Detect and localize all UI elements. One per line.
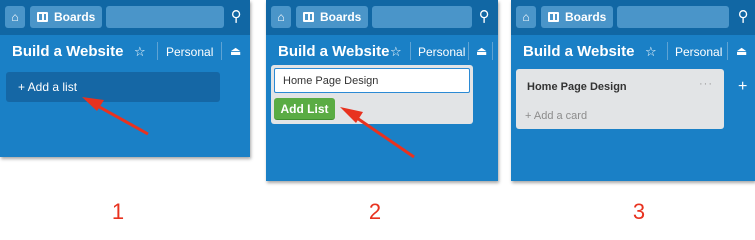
screenshot-panel-2: ⌂ Boards ⚲ Build a Website ☆ Personal ⏏ … [266,0,498,181]
add-list-submit-button[interactable]: Add List [274,98,335,120]
home-icon: ⌂ [277,10,285,24]
list-menu-icon[interactable]: ··· [699,78,713,90]
screenshot-panel-3: ⌂ Boards ⚲ Build a Website ☆ Personal ⏏ … [511,0,755,181]
board-title[interactable]: Build a Website [12,43,123,60]
board-title[interactable]: Build a Website [278,43,389,60]
divider [468,42,469,60]
lock-icon[interactable]: ⏏ [476,44,487,58]
boards-label: Boards [54,10,96,24]
divider [492,42,493,60]
visibility-label[interactable]: Personal [418,45,465,59]
boards-button[interactable]: Boards [296,6,368,28]
search-icon[interactable]: ⚲ [474,6,494,28]
search-icon[interactable]: ⚲ [733,6,753,28]
home-icon: ⌂ [11,10,19,24]
header-bar: ⌂ Boards ⚲ [511,0,755,35]
divider [221,42,222,60]
search-icon[interactable]: ⚲ [226,6,246,28]
boards-icon [37,12,48,22]
divider [727,42,728,60]
list-column: Home Page Design ··· + Add a card [516,69,724,129]
screenshot-panel-1: ⌂ Boards ⚲ Build a Website ☆ Personal ⏏ … [0,0,250,157]
lock-icon[interactable]: ⏏ [230,44,241,58]
add-list-button[interactable]: + Add a list [6,72,220,102]
star-icon[interactable]: ☆ [645,44,657,60]
list-name-input[interactable] [274,68,470,93]
star-icon[interactable]: ☆ [390,44,402,60]
divider [667,42,668,60]
visibility-label[interactable]: Personal [166,45,213,59]
add-list-composer: Add List [271,65,473,124]
home-icon: ⌂ [522,10,530,24]
divider [157,42,158,60]
visibility-label[interactable]: Personal [675,45,722,59]
search-input[interactable] [617,6,729,28]
step-label-2: 2 [368,199,382,224]
step-label-1: 1 [111,199,125,224]
board-title[interactable]: Build a Website [523,43,634,60]
home-button[interactable]: ⌂ [5,6,25,28]
star-icon[interactable]: ☆ [134,44,146,60]
boards-button[interactable]: Boards [541,6,613,28]
boards-label: Boards [565,10,607,24]
boards-label: Boards [320,10,362,24]
step-label-3: 3 [632,199,646,224]
search-input[interactable] [106,6,224,28]
lock-icon[interactable]: ⏏ [736,44,747,58]
header-bar: ⌂ Boards ⚲ [266,0,498,35]
divider [410,42,411,60]
list-title[interactable]: Home Page Design [527,81,627,93]
boards-icon [303,12,314,22]
boards-button[interactable]: Boards [30,6,102,28]
home-button[interactable]: ⌂ [516,6,536,28]
header-bar: ⌂ Boards ⚲ [0,0,250,35]
search-input[interactable] [372,6,472,28]
boards-icon [548,12,559,22]
add-card-button[interactable]: + Add a card [525,110,587,122]
home-button[interactable]: ⌂ [271,6,291,28]
add-list-plus-icon[interactable]: + [738,78,747,96]
